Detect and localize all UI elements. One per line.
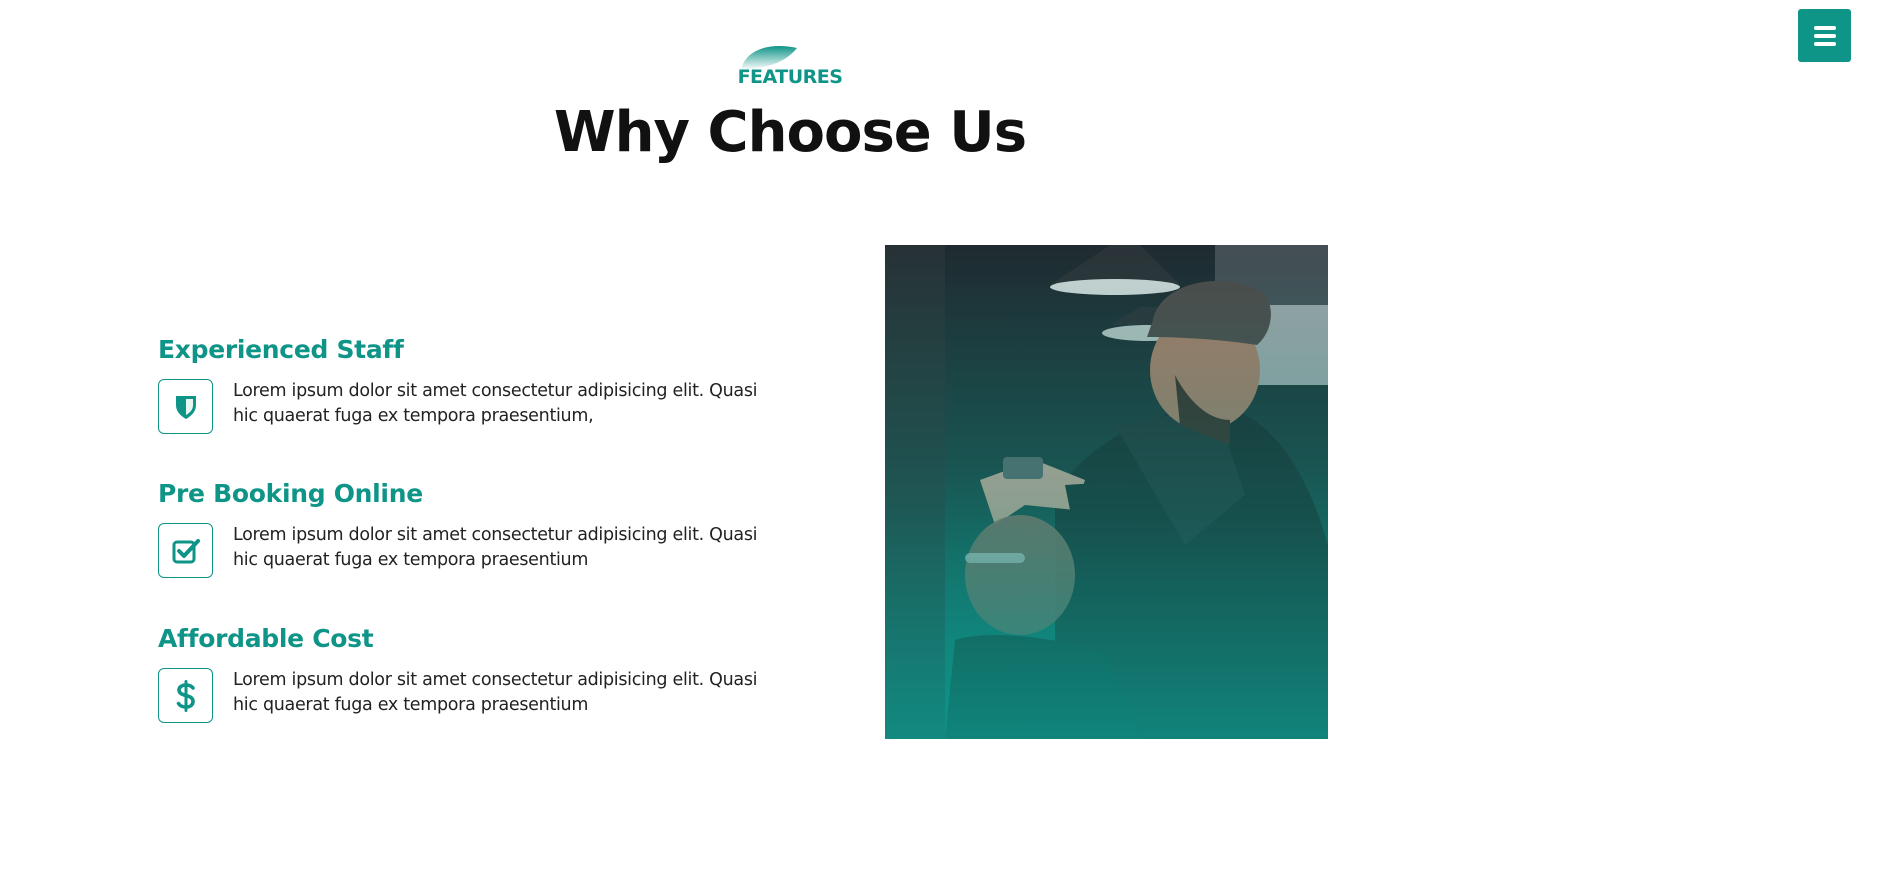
feature-description: Lorem ipsum dolor sit amet consectetur a… <box>233 381 758 426</box>
feature-body: Lorem ipsum dolor sit amet consectetur a… <box>158 379 798 434</box>
feature-title: Experienced Staff <box>158 335 404 364</box>
feature-title: Pre Booking Online <box>158 479 423 508</box>
bars-icon <box>1813 25 1836 46</box>
feature-icon-box <box>158 668 213 723</box>
feature-body: Lorem ipsum dolor sit amet consectetur a… <box>158 668 798 723</box>
feature-item: Pre Booking Online Lorem ipsum dolor sit… <box>158 479 798 578</box>
feature-title: Affordable Cost <box>158 624 374 653</box>
feature-item: Experienced Staff Lorem ipsum dolor sit … <box>158 335 798 434</box>
section-eyebrow: FEATURES <box>737 66 843 88</box>
shield-icon <box>175 395 196 419</box>
feature-description: Lorem ipsum dolor sit amet consectetur a… <box>233 525 758 570</box>
dollar-icon <box>176 679 195 712</box>
feature-icon-box <box>158 379 213 434</box>
feature-icon-box <box>158 523 213 578</box>
barber-photo <box>885 245 1328 739</box>
menu-button[interactable] <box>1798 9 1851 62</box>
feature-body: Lorem ipsum dolor sit amet consectetur a… <box>158 523 798 578</box>
check-square-icon <box>172 538 200 563</box>
page-title: Why Choose Us <box>553 100 1027 165</box>
feature-description: Lorem ipsum dolor sit amet consectetur a… <box>233 670 758 715</box>
feature-item: Affordable Cost Lorem ipsum dolor sit am… <box>158 624 798 723</box>
